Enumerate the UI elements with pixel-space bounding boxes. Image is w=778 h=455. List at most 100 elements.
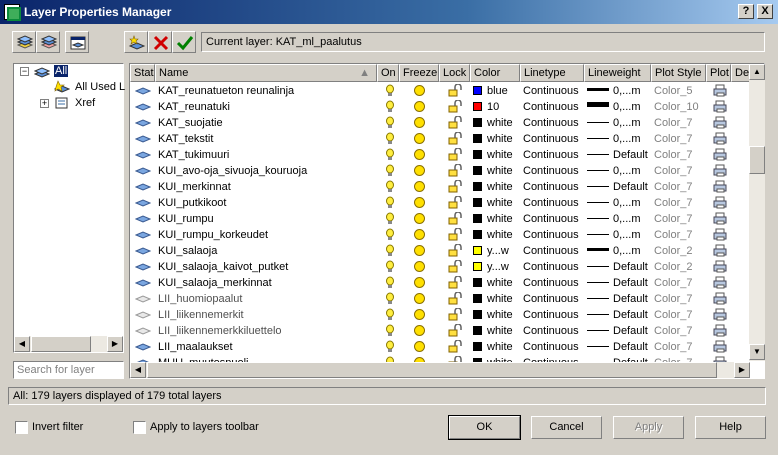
printer-icon[interactable] bbox=[710, 83, 730, 99]
grid-hscrollbar[interactable]: ◀ ▶ bbox=[130, 362, 750, 378]
printer-icon[interactable] bbox=[710, 275, 730, 291]
lock-open-icon[interactable] bbox=[445, 195, 465, 211]
bulb-icon[interactable] bbox=[382, 339, 398, 355]
printer-icon[interactable] bbox=[710, 307, 730, 323]
layer-lineweight[interactable]: Default bbox=[584, 323, 651, 339]
layer-name[interactable]: KAT_reunatueton reunalinja bbox=[155, 83, 377, 99]
lock-open-icon[interactable] bbox=[445, 275, 465, 291]
freeze-sun-icon[interactable] bbox=[410, 291, 430, 307]
layer-row[interactable]: KUI_merkinnat white Continuous Default C… bbox=[130, 179, 750, 195]
collapse-toggle-icon[interactable]: − bbox=[20, 67, 29, 76]
cancel-button[interactable]: Cancel bbox=[531, 416, 602, 439]
layer-row[interactable]: KUI_salaoja_merkinnat white Continuous D… bbox=[130, 275, 750, 291]
new-property-filter-button[interactable] bbox=[12, 31, 36, 53]
layer-linetype[interactable]: Continuous bbox=[520, 115, 584, 131]
tree-hscrollbar[interactable]: ◀ ▶ bbox=[14, 336, 123, 352]
layer-name[interactable]: KAT_tukimuuri bbox=[155, 147, 377, 163]
layer-row[interactable]: KAT_reunatueton reunalinja blue Continuo… bbox=[130, 83, 750, 99]
layer-lineweight[interactable]: Default bbox=[584, 307, 651, 323]
bulb-icon[interactable] bbox=[382, 195, 398, 211]
grid-vscroll-thumb[interactable] bbox=[749, 146, 765, 174]
layer-color[interactable]: y...w bbox=[470, 259, 520, 275]
bulb-icon[interactable] bbox=[382, 307, 398, 323]
lock-open-icon[interactable] bbox=[445, 307, 465, 323]
layer-name[interactable]: LII_maalaukset bbox=[155, 339, 377, 355]
layer-plot-style[interactable]: Color_7 bbox=[651, 323, 706, 339]
freeze-sun-icon[interactable] bbox=[410, 307, 430, 323]
layer-lineweight[interactable]: Default bbox=[584, 259, 651, 275]
scroll-right-icon[interactable]: ▶ bbox=[107, 336, 123, 352]
layer-plot-style[interactable]: Color_7 bbox=[651, 227, 706, 243]
printer-icon[interactable] bbox=[710, 243, 730, 259]
lock-open-icon[interactable] bbox=[445, 115, 465, 131]
layer-color[interactable]: y...w bbox=[470, 243, 520, 259]
lock-open-icon[interactable] bbox=[445, 323, 465, 339]
layer-plot-style[interactable]: Color_5 bbox=[651, 83, 706, 99]
bulb-icon[interactable] bbox=[382, 179, 398, 195]
freeze-sun-icon[interactable] bbox=[410, 259, 430, 275]
col-linetype[interactable]: Linetype bbox=[520, 64, 584, 82]
layer-linetype[interactable]: Continuous bbox=[520, 291, 584, 307]
layer-plot-style[interactable]: Color_10 bbox=[651, 99, 706, 115]
lock-open-icon[interactable] bbox=[445, 131, 465, 147]
bulb-icon[interactable] bbox=[382, 211, 398, 227]
layer-lineweight[interactable]: Default bbox=[584, 179, 651, 195]
layer-plot-style[interactable]: Color_7 bbox=[651, 163, 706, 179]
printer-icon[interactable] bbox=[710, 163, 730, 179]
layer-plot-style[interactable]: Color_7 bbox=[651, 131, 706, 147]
freeze-sun-icon[interactable] bbox=[410, 211, 430, 227]
layer-lineweight[interactable]: 0,...m bbox=[584, 83, 651, 99]
bulb-icon[interactable] bbox=[382, 83, 398, 99]
new-layer-button[interactable] bbox=[124, 31, 148, 53]
layer-row[interactable]: LII_liikennemerkkiluettelo white Continu… bbox=[130, 323, 750, 339]
col-plot-style[interactable]: Plot Style bbox=[651, 64, 706, 82]
layer-row[interactable]: LII_huomiopaalut white Continuous Defaul… bbox=[130, 291, 750, 307]
layer-lineweight[interactable]: 0,...m bbox=[584, 163, 651, 179]
search-layer-input[interactable]: Search for layer bbox=[13, 361, 124, 379]
layer-linetype[interactable]: Continuous bbox=[520, 179, 584, 195]
layer-plot-style[interactable]: Color_7 bbox=[651, 115, 706, 131]
layer-color[interactable]: white bbox=[470, 339, 520, 355]
new-group-filter-button[interactable] bbox=[36, 31, 60, 53]
lock-open-icon[interactable] bbox=[445, 211, 465, 227]
ok-button[interactable]: OK bbox=[448, 415, 521, 440]
printer-icon[interactable] bbox=[710, 291, 730, 307]
freeze-sun-icon[interactable] bbox=[410, 243, 430, 259]
layer-lineweight[interactable]: 0,...m bbox=[584, 195, 651, 211]
invert-filter-checkbox[interactable] bbox=[15, 421, 28, 434]
printer-icon[interactable] bbox=[710, 227, 730, 243]
layer-linetype[interactable]: Continuous bbox=[520, 275, 584, 291]
layer-name[interactable]: KUI_avo-oja_sivuoja_kouruoja bbox=[155, 163, 377, 179]
layer-linetype[interactable]: Continuous bbox=[520, 339, 584, 355]
bulb-icon[interactable] bbox=[382, 291, 398, 307]
col-on[interactable]: On bbox=[377, 64, 399, 82]
freeze-sun-icon[interactable] bbox=[410, 147, 430, 163]
printer-icon[interactable] bbox=[710, 131, 730, 147]
printer-icon[interactable] bbox=[710, 259, 730, 275]
freeze-sun-icon[interactable] bbox=[410, 323, 430, 339]
layer-lineweight[interactable]: 0,...m bbox=[584, 99, 651, 115]
layer-color[interactable]: white bbox=[470, 291, 520, 307]
col-name[interactable]: Name ▲ bbox=[155, 64, 377, 82]
freeze-sun-icon[interactable] bbox=[410, 339, 430, 355]
bulb-icon[interactable] bbox=[382, 147, 398, 163]
col-status[interactable]: Stat bbox=[130, 64, 155, 82]
freeze-sun-icon[interactable] bbox=[410, 115, 430, 131]
grid-scroll-right-icon[interactable]: ▶ bbox=[734, 362, 750, 378]
layer-name[interactable]: KUI_putkikoot bbox=[155, 195, 377, 211]
layer-plot-style[interactable]: Color_7 bbox=[651, 195, 706, 211]
layer-states-manager-button[interactable] bbox=[65, 31, 89, 53]
lock-open-icon[interactable] bbox=[445, 147, 465, 163]
layer-lineweight[interactable]: 0,...m bbox=[584, 131, 651, 147]
layer-color[interactable]: white bbox=[470, 211, 520, 227]
expand-toggle-icon[interactable]: + bbox=[40, 99, 49, 108]
bulb-icon[interactable] bbox=[382, 115, 398, 131]
layer-row[interactable]: KUI_rumpu white Continuous 0,...m Color_… bbox=[130, 211, 750, 227]
layer-linetype[interactable]: Continuous bbox=[520, 243, 584, 259]
layer-row[interactable]: KUI_rumpu_korkeudet white Continuous 0,.… bbox=[130, 227, 750, 243]
layer-linetype[interactable]: Continuous bbox=[520, 147, 584, 163]
layer-color[interactable]: white bbox=[470, 115, 520, 131]
help-title-button[interactable]: ? bbox=[738, 4, 754, 19]
col-lock[interactable]: Lock bbox=[439, 64, 470, 82]
layer-name[interactable]: KAT_suojatie bbox=[155, 115, 377, 131]
